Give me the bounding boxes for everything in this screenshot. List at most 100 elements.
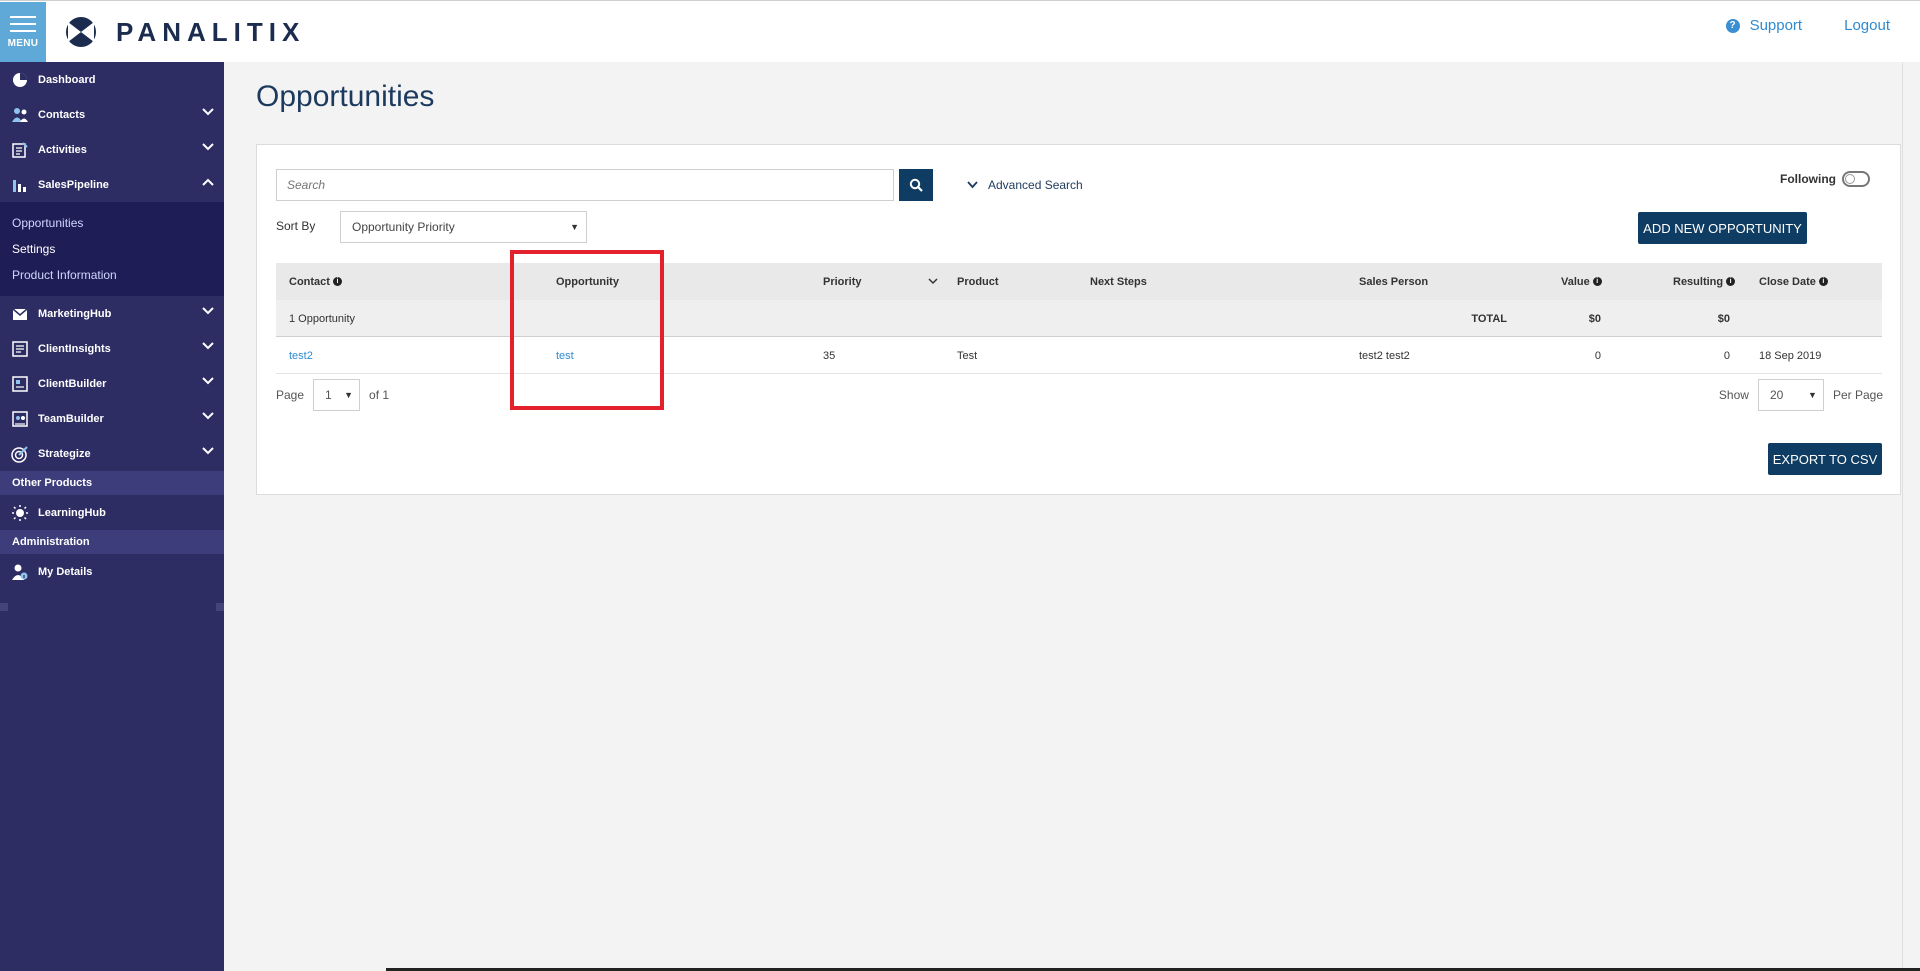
- sort-desc-icon[interactable]: [928, 263, 938, 300]
- page-scrollbar[interactable]: [1902, 62, 1920, 971]
- following-label: Following: [1780, 172, 1836, 186]
- value-cell: 0: [1594, 349, 1601, 362]
- top-bar: MENU PANALITIX ? Support Logout: [0, 0, 1920, 63]
- column-header-sales-person[interactable]: Sales Person: [1359, 263, 1428, 300]
- info-icon: i: [1818, 277, 1828, 286]
- sidebar-item-strategize[interactable]: Strategize: [0, 436, 224, 471]
- sidebar-item-label: MarketingHub: [38, 307, 112, 320]
- per-page-label: Per Page: [1832, 388, 1883, 402]
- hamburger-icon: [10, 16, 36, 37]
- chevron-down-icon: [202, 307, 214, 315]
- logout-link[interactable]: Logout: [1844, 17, 1890, 34]
- per-page-select[interactable]: 20 ▼: [1757, 379, 1824, 411]
- add-new-opportunity-button[interactable]: ADD NEW OPPORTUNITY: [1638, 212, 1807, 244]
- sidebar-item-label: LearningHub: [38, 506, 106, 519]
- sidebar-item-activities[interactable]: Activities: [0, 132, 224, 167]
- column-header-resulting[interactable]: Resulting i: [1673, 263, 1736, 300]
- sidebar-item-clientbuilder[interactable]: ClientBuilder: [0, 366, 224, 401]
- search-icon: [909, 178, 923, 192]
- sidebar-item-contacts[interactable]: Contacts: [0, 97, 224, 132]
- following-toggle[interactable]: [1842, 171, 1870, 187]
- column-header-priority[interactable]: Priority: [823, 263, 862, 300]
- chevron-down-icon: [202, 108, 214, 116]
- close-date-cell: 18 Sep 2019: [1759, 349, 1822, 362]
- priority-cell: 35: [823, 349, 836, 362]
- sidebar-item-learninghub[interactable]: LearningHub: [0, 495, 224, 530]
- page-title: Opportunities: [256, 80, 435, 113]
- sidebar-item-label: Dashboard: [38, 73, 96, 86]
- sidebar-item-salespipeline[interactable]: SalesPipeline: [0, 167, 224, 202]
- advanced-search-toggle[interactable]: Advanced Search: [967, 178, 1083, 192]
- user-info-icon: [10, 562, 30, 582]
- total-label: TOTAL: [1471, 312, 1507, 325]
- marketing-icon: [10, 304, 30, 324]
- column-header-close-date[interactable]: Close Date i: [1759, 263, 1828, 300]
- chevron-down-icon: [967, 181, 978, 189]
- info-icon: i: [332, 277, 342, 286]
- sidebar-item-label: Activities: [38, 143, 87, 156]
- per-page-control: Show 20 ▼ Per Page: [1719, 379, 1883, 411]
- help-icon: ?: [1725, 18, 1740, 33]
- menu-label: MENU: [7, 38, 39, 49]
- lightbulb-icon: [10, 503, 30, 523]
- sidebar-item-label: ClientBuilder: [38, 377, 107, 390]
- sidebar-item-label: TeamBuilder: [38, 412, 104, 425]
- sidebar: Dashboard Contacts Activities SalesPipel…: [0, 62, 224, 971]
- sidebar-item-label: Strategize: [38, 447, 91, 460]
- support-link[interactable]: ? Support: [1725, 17, 1803, 34]
- search-button[interactable]: [899, 169, 933, 201]
- sort-by-select[interactable]: Opportunity Priority ▼: [340, 211, 587, 243]
- column-header-product[interactable]: Product: [957, 263, 999, 300]
- team-icon: [10, 409, 30, 429]
- resulting-cell: 0: [1723, 349, 1730, 362]
- chevron-down-icon: [202, 447, 214, 455]
- target-icon: [10, 444, 30, 464]
- sidebar-item-label: Contacts: [38, 108, 86, 121]
- page-select[interactable]: 1 ▼: [313, 379, 361, 411]
- sidebar-item-clientinsights[interactable]: ClientInsights: [0, 331, 224, 366]
- info-icon: i: [1592, 277, 1602, 286]
- sidebar-subitem-product-information[interactable]: Product Information: [12, 262, 224, 288]
- opportunity-count: 1 Opportunity: [289, 312, 356, 325]
- export-to-csv-button[interactable]: EXPORT TO CSV: [1768, 443, 1882, 475]
- contact-link[interactable]: test2: [289, 337, 313, 374]
- logo-mark-icon: [66, 17, 96, 47]
- search-input[interactable]: [276, 169, 894, 201]
- main-content: Opportunities Advanced Search Following …: [224, 62, 1920, 971]
- following-filter: Following: [1780, 171, 1870, 187]
- contacts-icon: [10, 105, 30, 125]
- chevron-down-icon: [202, 412, 214, 420]
- builder-icon: [10, 374, 30, 394]
- insights-icon: [10, 339, 30, 359]
- sidebar-item-teambuilder[interactable]: TeamBuilder: [0, 401, 224, 436]
- highlight-box: [510, 250, 664, 410]
- salespipeline-submenu: Opportunities Settings Product Informati…: [0, 202, 224, 296]
- bar-chart-icon: [10, 175, 30, 195]
- support-label: Support: [1749, 17, 1803, 34]
- chevron-down-icon: [202, 377, 214, 385]
- menu-button[interactable]: MENU: [0, 2, 46, 63]
- chevron-up-icon: [202, 178, 214, 186]
- sidebar-item-label: SalesPipeline: [38, 178, 109, 191]
- sidebar-item-label: My Details: [38, 565, 93, 578]
- sidebar-subitem-opportunities[interactable]: Opportunities: [12, 210, 224, 236]
- sort-by-value: Opportunity Priority: [352, 220, 455, 234]
- panalitix-logo[interactable]: PANALITIX: [62, 15, 305, 49]
- logo-text: PANALITIX: [116, 16, 306, 47]
- opportunities-panel: Advanced Search Following Sort By Opport…: [256, 144, 1901, 495]
- column-header-value[interactable]: Value i: [1561, 263, 1602, 300]
- sidebar-item-label: ClientInsights: [38, 342, 111, 355]
- section-administration: Administration: [0, 530, 224, 554]
- resulting-total: $0: [1717, 312, 1730, 325]
- sort-by-label: Sort By: [276, 219, 316, 233]
- sidebar-item-marketinghub[interactable]: MarketingHub: [0, 296, 224, 331]
- sidebar-subitem-settings[interactable]: Settings: [12, 236, 224, 262]
- sidebar-item-my-details[interactable]: My Details: [0, 554, 224, 589]
- caret-down-icon: ▼: [344, 390, 354, 400]
- column-header-contact[interactable]: Contact i: [289, 263, 342, 300]
- pagination: Page 1 ▼ of 1: [276, 379, 389, 411]
- sidebar-item-dashboard[interactable]: Dashboard: [0, 62, 224, 97]
- page-select-value: 1: [325, 388, 332, 402]
- column-header-next-steps[interactable]: Next Steps: [1090, 263, 1147, 300]
- sidebar-scrollbar[interactable]: [0, 603, 224, 611]
